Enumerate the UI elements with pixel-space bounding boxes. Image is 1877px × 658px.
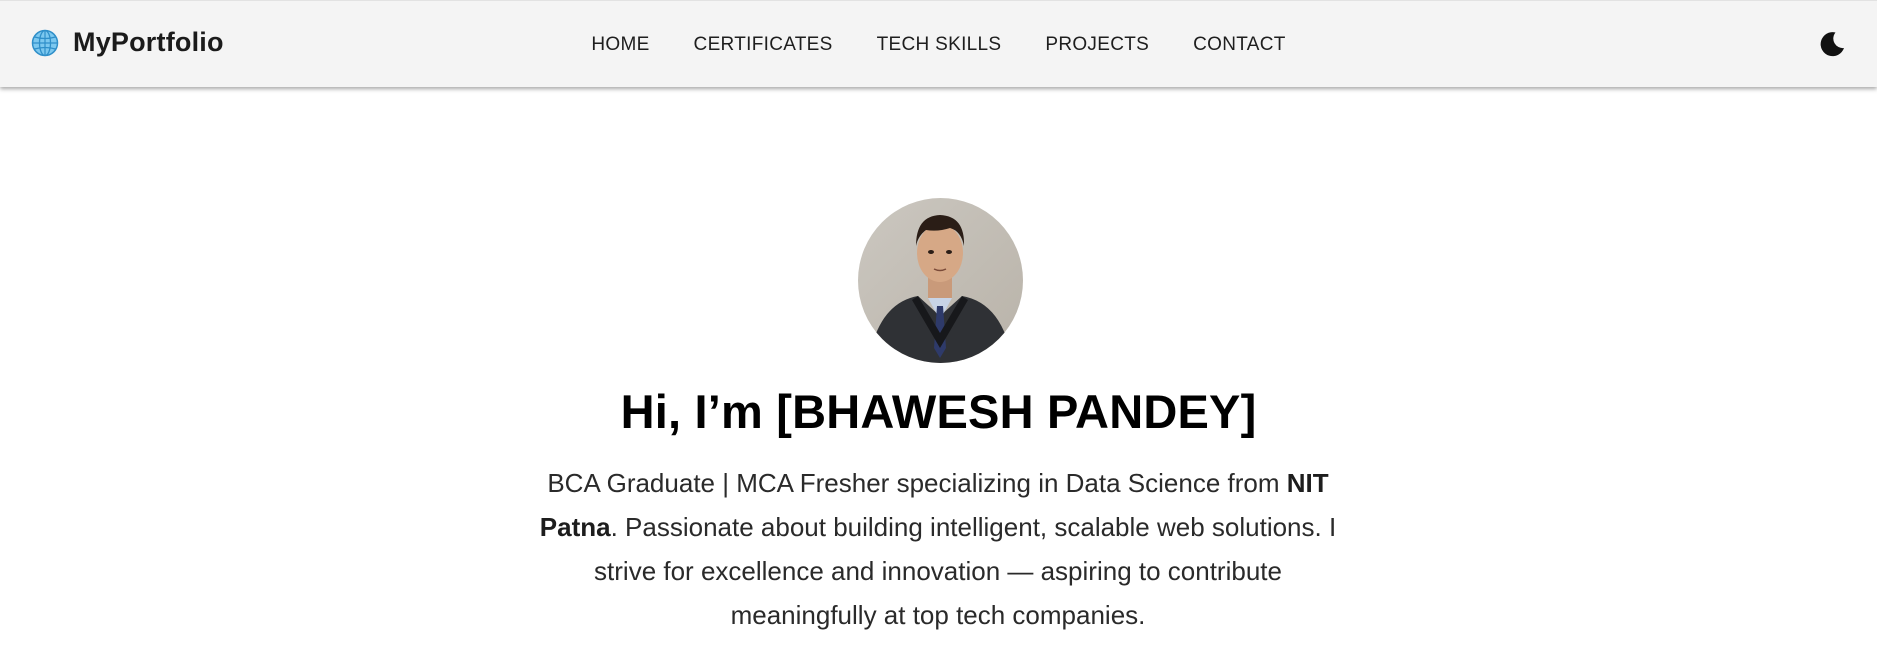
nav-home[interactable]: HOME — [591, 34, 649, 55]
avatar — [858, 198, 1023, 363]
main-nav: HOME CERTIFICATES TECH SKILLS PROJECTS C… — [0, 1, 1877, 88]
hero-description-part2: . Passionate about building intelligent,… — [594, 512, 1337, 630]
nav-projects[interactable]: PROJECTS — [1045, 34, 1149, 55]
nav-certificates[interactable]: CERTIFICATES — [694, 34, 833, 55]
nav-contact[interactable]: CONTACT — [1193, 34, 1286, 55]
moon-icon — [1817, 32, 1847, 62]
globe-icon — [31, 29, 59, 57]
hero-title: Hi, I’m [BHAWESH PANDEY] — [620, 385, 1257, 438]
hero-description: BCA Graduate | MCA Fresher specializing … — [538, 461, 1338, 637]
hero-section: Hi, I’m [BHAWESH PANDEY] BCA Graduate | … — [0, 87, 1877, 658]
brand-link[interactable]: MyPortfolio — [31, 27, 224, 58]
navbar: MyPortfolio HOME CERTIFICATES TECH SKILL… — [0, 0, 1877, 87]
nav-tech-skills[interactable]: TECH SKILLS — [877, 34, 1002, 55]
brand-name: MyPortfolio — [73, 27, 224, 57]
hero-description-part1: BCA Graduate | MCA Fresher specializing … — [547, 468, 1287, 498]
theme-toggle-button[interactable] — [1817, 29, 1847, 59]
profile-photo — [858, 198, 1023, 363]
